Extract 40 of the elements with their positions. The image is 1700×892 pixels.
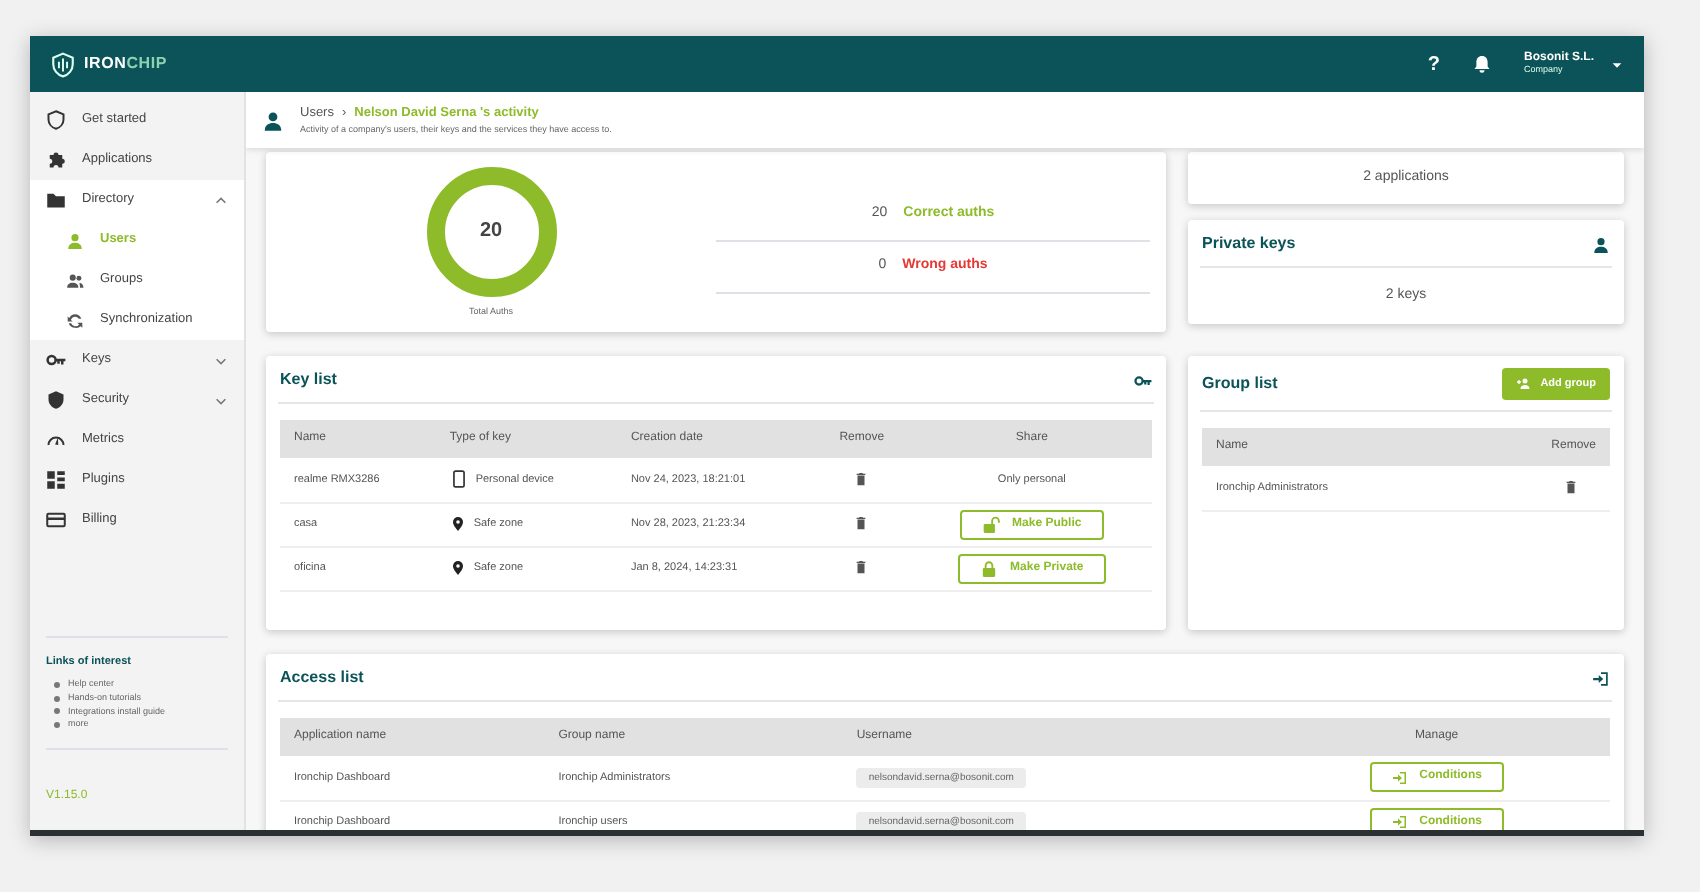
lock-icon [980, 559, 999, 578]
bullet-icon [54, 722, 60, 729]
donut-ring [426, 166, 556, 297]
sync-icon [66, 311, 84, 329]
person-icon[interactable] [1592, 235, 1610, 253]
people-icon [66, 271, 84, 289]
add-group-icon [1516, 376, 1533, 393]
unlocked-lock-icon [982, 515, 1001, 533]
person-icon [66, 231, 84, 249]
total-auths-value: 20 [479, 218, 503, 247]
key-icon[interactable] [1134, 371, 1152, 389]
logo-text: IRONCHIP [84, 52, 168, 76]
panel-title: Access list [280, 666, 364, 690]
shield-icon [46, 390, 66, 410]
trash-icon[interactable] [854, 471, 869, 486]
caret-icon [1610, 57, 1624, 71]
bullet-icon [54, 708, 60, 715]
phone-icon [449, 470, 468, 489]
notifications-icon[interactable] [1472, 54, 1492, 74]
folder-icon [46, 190, 66, 210]
shield-logo-icon [50, 51, 76, 77]
login-icon [1391, 814, 1408, 830]
location-pin-icon [449, 516, 466, 533]
person-icon [262, 109, 284, 131]
bullet-icon [54, 695, 60, 702]
key-icon [46, 350, 66, 370]
grid-icon [46, 470, 66, 490]
credit-card-icon [46, 510, 66, 530]
trash-icon[interactable] [854, 560, 869, 575]
puzzle-icon [46, 150, 66, 170]
panel-title: Private keys [1202, 232, 1296, 256]
panel-title: Group list [1202, 372, 1278, 397]
location-pin-icon [449, 560, 466, 577]
login-icon[interactable] [1592, 669, 1610, 687]
panel-title: Key list [280, 368, 337, 392]
login-icon [1391, 769, 1408, 786]
help-link[interactable]: ? [1427, 49, 1440, 79]
trash-icon[interactable] [854, 516, 869, 531]
bullet-icon [54, 681, 60, 688]
trash-icon[interactable] [1564, 479, 1578, 494]
